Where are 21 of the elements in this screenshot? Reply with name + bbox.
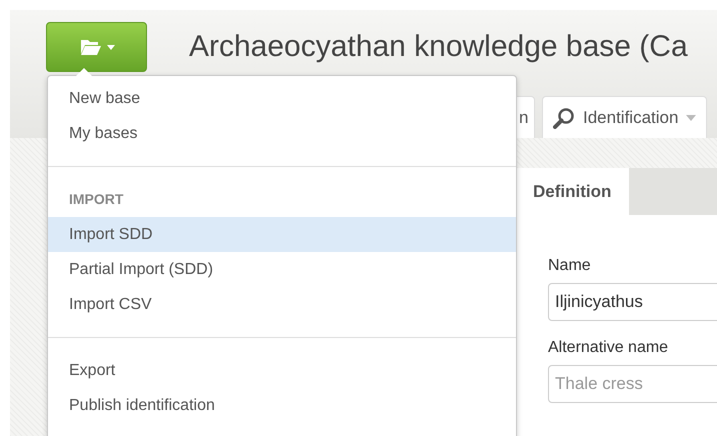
definition-tab[interactable]: Definition	[515, 168, 630, 215]
field-label: Alternative name	[548, 339, 670, 357]
input-field[interactable]: Thale cress	[548, 365, 717, 403]
menu-item[interactable]: Publish identification	[48, 388, 516, 423]
menu-item[interactable]: Import SDD	[48, 217, 516, 252]
open-menu-button[interactable]	[46, 22, 147, 72]
caret-icon	[686, 114, 696, 120]
nav-tab[interactable]: Identification	[542, 96, 708, 138]
input-field[interactable]: Iljinicyathus	[548, 283, 717, 321]
menu-item[interactable]: My bases	[48, 116, 516, 151]
menu-item[interactable]: Export	[48, 353, 516, 388]
caret-icon	[106, 44, 114, 50]
menu-item[interactable]: Import CSV	[48, 287, 516, 322]
menu-item[interactable]: Partial Import (SDD)	[48, 252, 516, 287]
nav-tab[interactable]: n	[517, 96, 535, 138]
field-label: Name	[548, 257, 592, 275]
magnifier-icon	[553, 106, 575, 128]
folder-icon	[78, 38, 100, 56]
menu-item[interactable]: New base	[48, 81, 516, 116]
page-title: Archaeocyathan knowledge base (Ca	[189, 30, 688, 64]
menu-heading: IMPORT	[68, 190, 124, 209]
